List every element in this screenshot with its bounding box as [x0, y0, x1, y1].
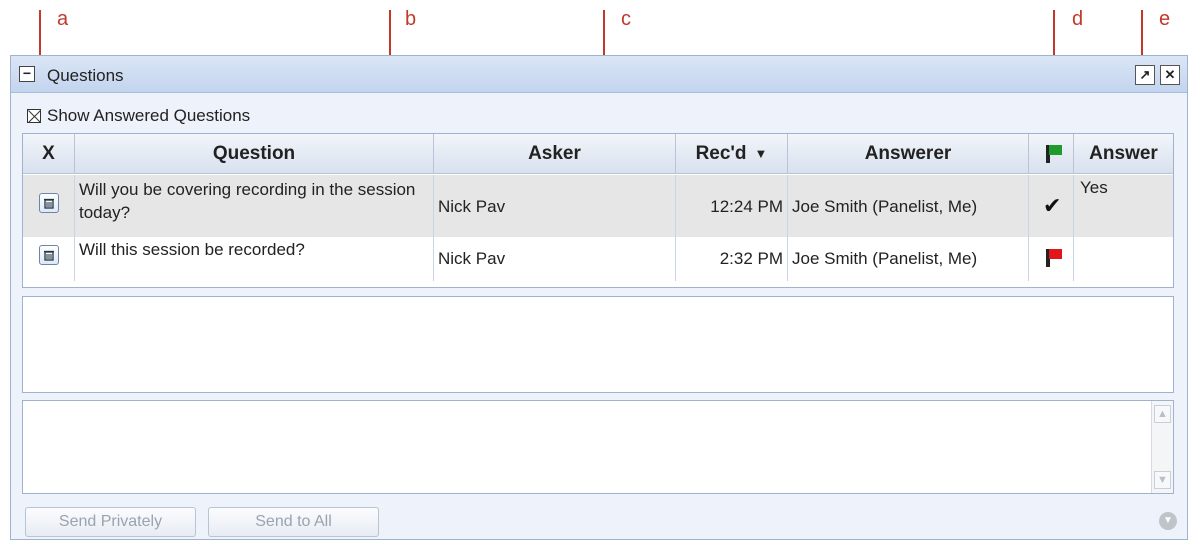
column-header-asker[interactable]: Asker — [434, 134, 676, 174]
popout-icon[interactable]: ↗ — [1135, 65, 1155, 85]
callout-a: a — [57, 8, 69, 30]
close-icon[interactable]: ✕ — [1160, 65, 1180, 85]
callout-d: d — [1072, 8, 1084, 30]
row2-answer — [1074, 237, 1173, 281]
column-header-question[interactable]: Question — [75, 134, 434, 174]
column-header-received-label: Rec'd — [695, 142, 747, 164]
sort-descending-icon: ▼ — [754, 146, 768, 161]
panel-titlebar: − Questions ↗ ✕ — [11, 56, 1187, 93]
row2-status — [1029, 237, 1074, 281]
row1-answer: Yes — [1074, 175, 1173, 237]
check-icon: ✔ — [1043, 193, 1062, 218]
show-answered-toggle[interactable]: Show Answered Questions — [27, 106, 250, 126]
row2-received: 2:32 PM — [676, 237, 788, 281]
send-to-all-button[interactable]: Send to All — [208, 507, 379, 537]
trash-icon[interactable] — [39, 245, 59, 265]
row2-asker: Nick Pav — [434, 237, 676, 281]
callout-c: c — [621, 8, 631, 30]
row1-asker: Nick Pav — [434, 175, 676, 237]
minus-box-icon[interactable]: − — [19, 66, 35, 82]
red-flag-icon[interactable] — [1046, 249, 1062, 267]
column-header-answer[interactable]: Answer — [1074, 134, 1173, 174]
panel-title: Questions — [47, 66, 124, 85]
callout-e: e — [1159, 8, 1171, 30]
row2-answerer: Joe Smith (Panelist, Me) — [788, 237, 1029, 281]
row1-received: 12:24 PM — [676, 175, 788, 237]
answer-input-scrollbar[interactable]: ▲ ▼ — [1151, 401, 1173, 493]
questions-table: X Question Asker Rec'd ▼ Answerer Answer… — [22, 133, 1174, 288]
green-flag-icon — [1046, 145, 1062, 163]
row2-delete-cell — [23, 237, 75, 281]
trash-icon[interactable] — [39, 193, 59, 213]
answer-input[interactable]: ▲ ▼ — [22, 400, 1174, 494]
row1-delete-cell — [23, 175, 75, 237]
column-header-delete[interactable]: X — [23, 134, 75, 174]
row1-question: Will you be covering recording in the se… — [75, 175, 434, 237]
row1-status: ✔ — [1029, 175, 1074, 237]
chevron-down-circle-icon[interactable]: ▼ — [1159, 512, 1177, 530]
show-answered-label: Show Answered Questions — [47, 106, 251, 125]
row2-question: Will this session be recorded? — [75, 237, 434, 281]
row1-answerer: Joe Smith (Panelist, Me) — [788, 175, 1029, 237]
callout-b: b — [405, 8, 417, 30]
send-privately-button[interactable]: Send Privately — [25, 507, 196, 537]
questions-panel: − Questions ↗ ✕ Show Answered Questions … — [10, 55, 1188, 540]
column-header-flag[interactable] — [1029, 134, 1074, 174]
answer-preview-area — [22, 296, 1174, 393]
column-header-received[interactable]: Rec'd ▼ — [676, 134, 788, 174]
scroll-up-icon[interactable]: ▲ — [1154, 405, 1171, 423]
column-header-answerer[interactable]: Answerer — [788, 134, 1029, 174]
scroll-down-icon[interactable]: ▼ — [1154, 471, 1171, 489]
show-answered-checkbox[interactable] — [27, 109, 41, 123]
